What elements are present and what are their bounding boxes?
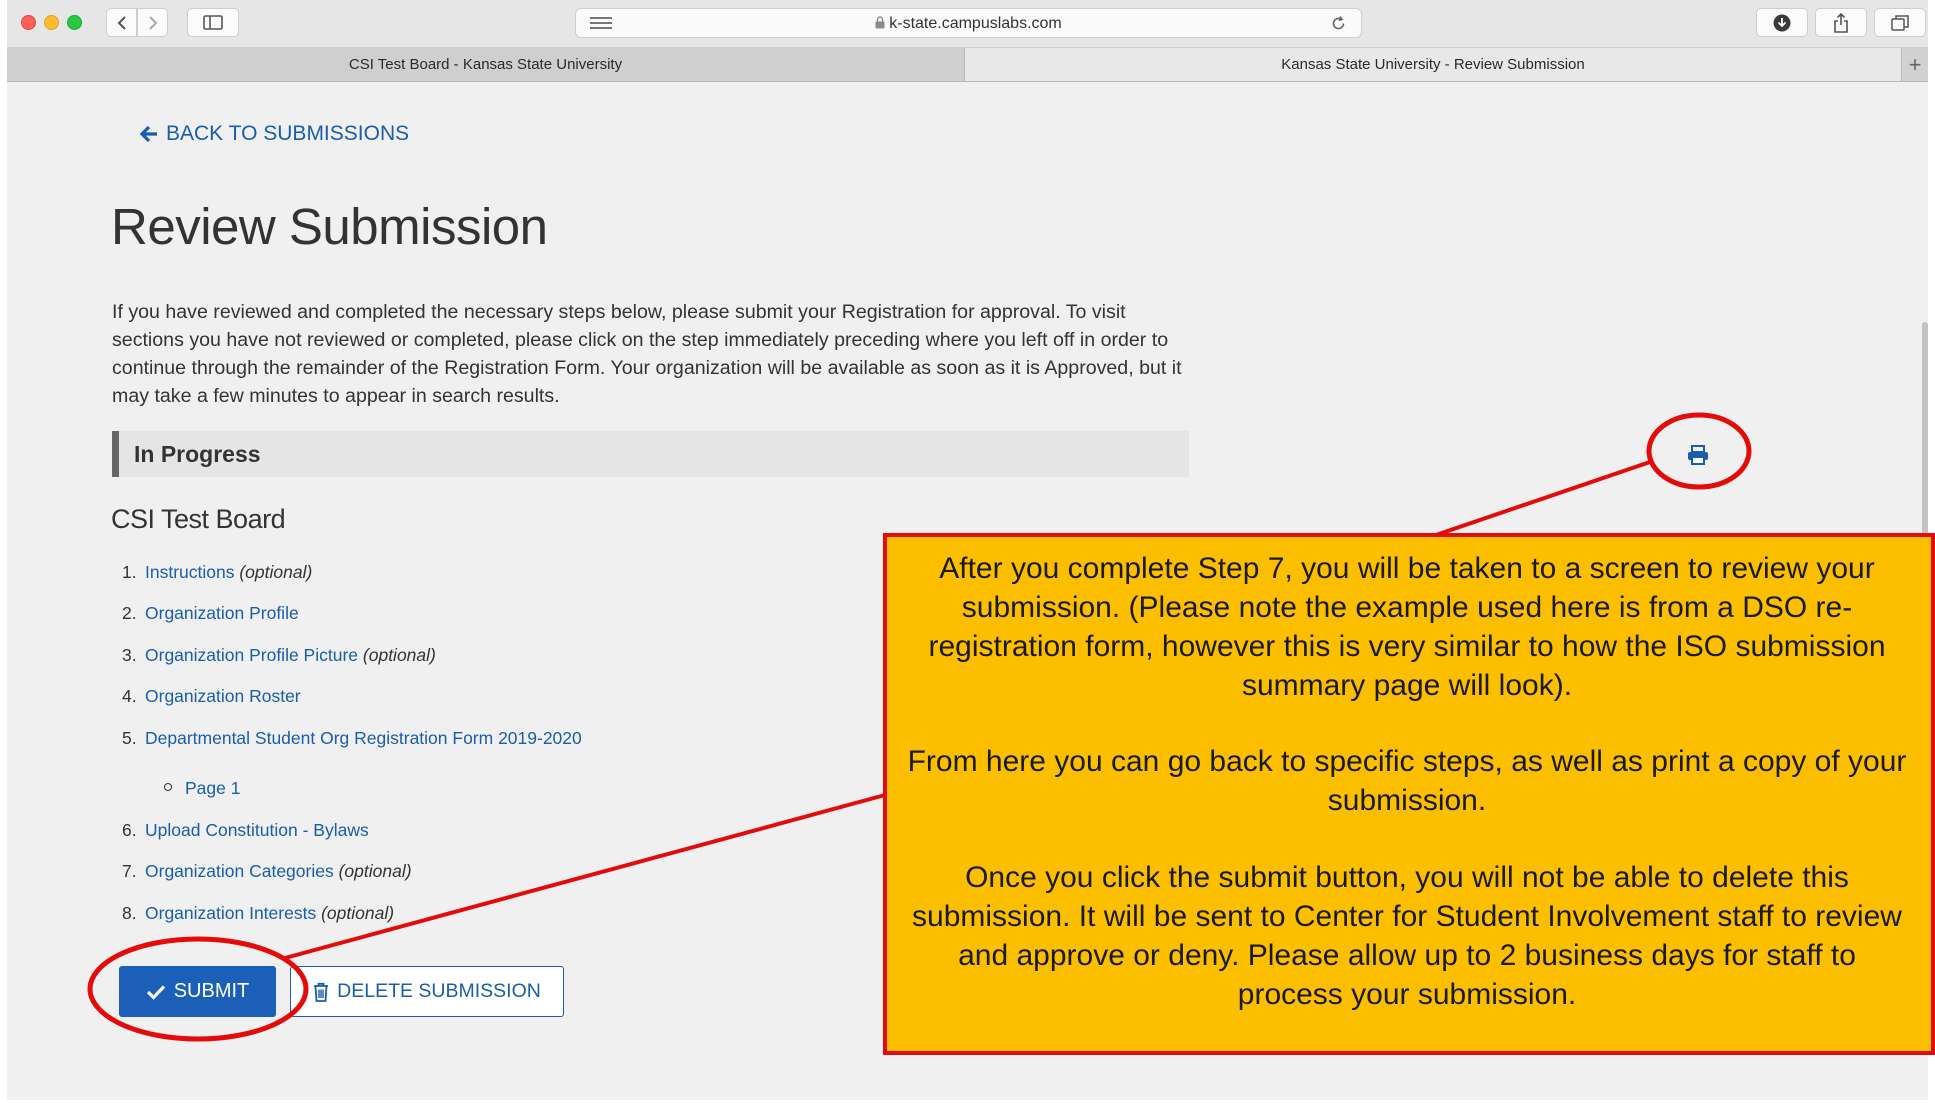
new-tab-button[interactable]: + — [1901, 48, 1928, 81]
address-text: k-state.campuslabs.com — [889, 15, 1062, 32]
submit-button[interactable]: SUBMIT — [119, 966, 276, 1017]
browser-toolbar: k-state.campuslabs.com — [7, 0, 1928, 48]
list-item: 7. Organization Categories (optional) — [122, 861, 412, 881]
print-button[interactable] — [1687, 445, 1709, 470]
tab-overview-button[interactable] — [1874, 8, 1926, 37]
list-item: 5. Departmental Student Org Registration … — [122, 728, 582, 748]
checkmark-icon — [146, 984, 165, 1000]
trash-icon — [314, 982, 329, 1002]
zoom-window-button[interactable] — [67, 15, 82, 30]
callout-paragraph-review: After you complete Step 7, you will be t… — [928, 552, 1886, 702]
back-nav-button[interactable] — [106, 8, 137, 37]
page-title: Review Submission — [111, 198, 548, 255]
address-bar[interactable]: k-state.campuslabs.com — [575, 8, 1362, 38]
close-window-button[interactable] — [21, 15, 36, 30]
chevron-left-icon — [117, 15, 126, 30]
status-banner: In Progress — [112, 431, 1189, 477]
list-item: 4. Organization Roster — [122, 686, 301, 706]
status-text: In Progress — [134, 441, 261, 467]
download-icon — [1773, 14, 1791, 31]
callout-paragraph-submit: Once you click the submit button, you wi… — [912, 861, 1902, 1011]
list-item: 6. Upload Constitution - Bylaws — [122, 820, 369, 840]
share-icon — [1834, 12, 1848, 33]
printer-icon — [1688, 445, 1708, 465]
minimize-window-button[interactable] — [44, 15, 59, 30]
step-link-organization-roster[interactable]: Organization Roster — [145, 686, 301, 706]
list-item: 3. Organization Profile Picture (optional… — [122, 645, 436, 665]
tab-review-submission[interactable]: Kansas State University - Review Submiss… — [965, 48, 1901, 81]
step-link-organization-categories[interactable]: Organization Categories — [145, 861, 334, 881]
callout-paragraph-navigate: From here you can go back to specific st… — [907, 745, 1907, 817]
sidebar-icon — [203, 15, 223, 30]
list-item: 8. Organization Interests (optional) — [122, 903, 395, 923]
reload-icon[interactable] — [1330, 15, 1347, 32]
chevron-right-icon — [148, 15, 157, 30]
forward-nav-button[interactable] — [137, 8, 168, 37]
step-link-organization-profile[interactable]: Organization Profile — [145, 603, 299, 623]
organization-name: CSI Test Board — [111, 504, 286, 534]
step-link-page-1[interactable]: Page 1 — [164, 778, 240, 799]
arrow-left-icon — [140, 125, 157, 143]
intro-paragraph: If you have reviewed and completed the n… — [112, 301, 1182, 407]
back-to-submissions-link[interactable]: BACK TO SUBMISSIONS — [140, 122, 409, 146]
step-link-profile-picture[interactable]: Organization Profile Picture — [145, 645, 358, 665]
instruction-callout: After you complete Step 7, you will be t… — [883, 533, 1935, 1055]
step-link-upload-constitution[interactable]: Upload Constitution - Bylaws — [145, 820, 369, 840]
downloads-button[interactable] — [1756, 8, 1808, 37]
tab-bar: CSI Test Board - Kansas State University… — [7, 48, 1928, 82]
sidebar-toggle-button[interactable] — [187, 8, 239, 37]
tab-csi-test-board[interactable]: CSI Test Board - Kansas State University — [7, 48, 965, 81]
list-item: 2. Organization Profile — [122, 603, 299, 623]
step-link-instructions[interactable]: Instructions — [145, 562, 234, 582]
step-link-registration-form[interactable]: Departmental Student Org Registration Fo… — [145, 728, 582, 748]
share-button[interactable] — [1815, 8, 1867, 37]
step-link-organization-interests[interactable]: Organization Interests — [145, 903, 316, 923]
tabs-overview-icon — [1891, 14, 1909, 31]
list-item: 1. Instructions (optional) — [122, 562, 313, 582]
lock-icon — [875, 16, 885, 29]
delete-submission-button[interactable]: DELETE SUBMISSION — [290, 966, 564, 1017]
